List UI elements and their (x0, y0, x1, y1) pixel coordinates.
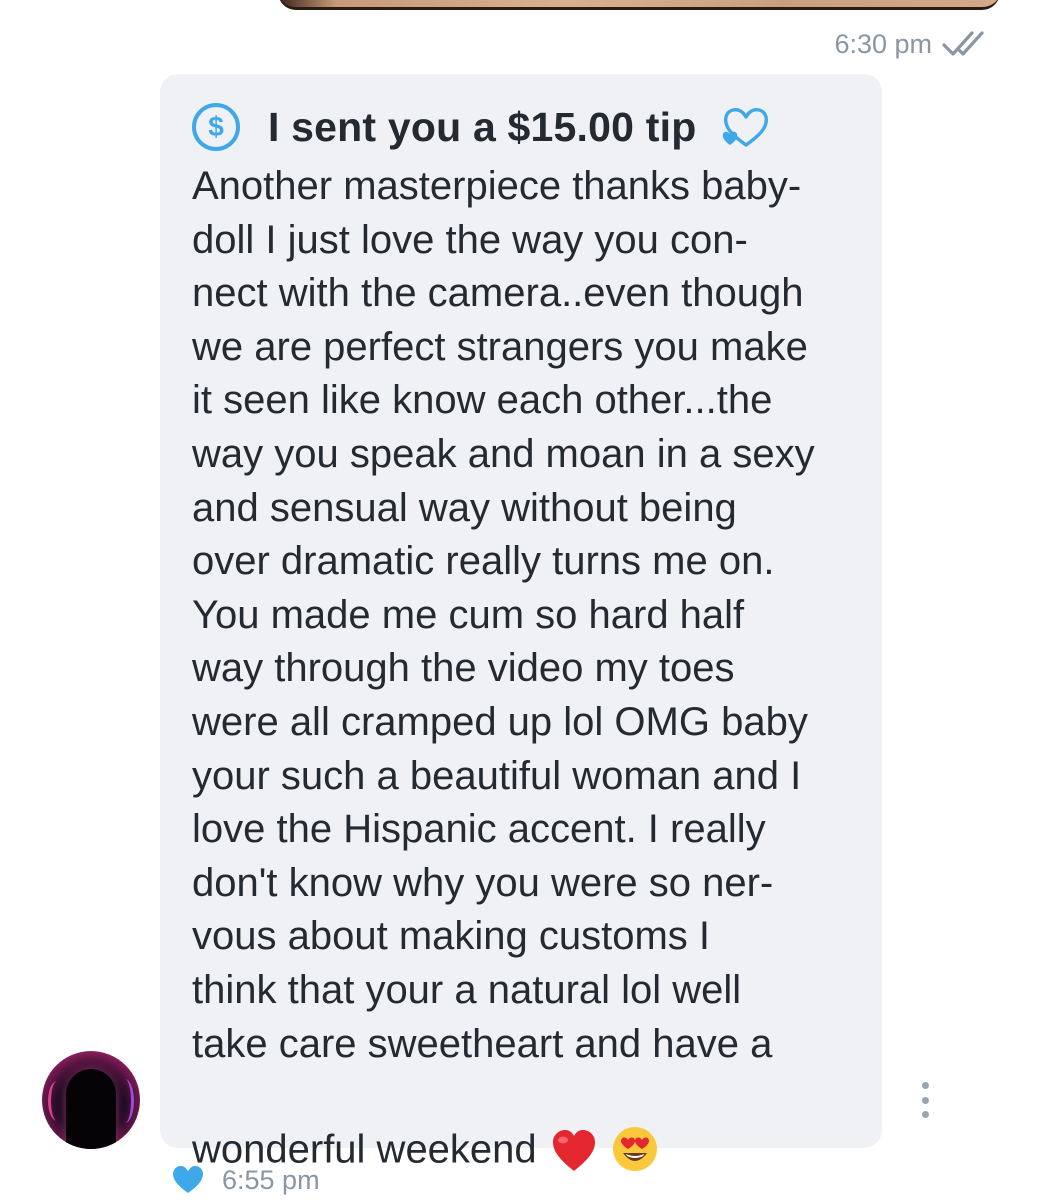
tip-label: I sent you a $15.00 tip (268, 103, 697, 150)
previous-media-message[interactable] (278, 0, 1000, 10)
double-check-icon (942, 29, 990, 59)
message-text: Another masterpiece thanks baby- doll I … (192, 164, 815, 1172)
avatar[interactable] (42, 1051, 140, 1149)
tip-header: $ I sent you a $15.00 tip (192, 98, 852, 156)
heart-icon[interactable] (172, 1165, 204, 1195)
tip-message-bubble[interactable]: $ I sent you a $15.00 tip Another master… (160, 74, 882, 1172)
tip-message-meta: 6:55 pm (172, 1160, 320, 1200)
chat-thread: 6:30 pm $ I sent you a $15.00 tip Anothe… (0, 0, 1042, 1200)
heart-eyes-emoji (611, 1071, 659, 1187)
previous-message-meta: 6:30 pm (834, 26, 990, 62)
tip-message-time: 6:55 pm (222, 1164, 320, 1195)
previous-message-time: 6:30 pm (834, 28, 932, 59)
dollar-circle-icon: $ (192, 103, 240, 151)
red-heart-emoji (551, 1075, 597, 1187)
more-vertical-icon[interactable] (916, 1082, 934, 1118)
hearts-icon (718, 101, 774, 153)
message-body: Another masterpiece thanks baby- doll I … (192, 160, 852, 1187)
